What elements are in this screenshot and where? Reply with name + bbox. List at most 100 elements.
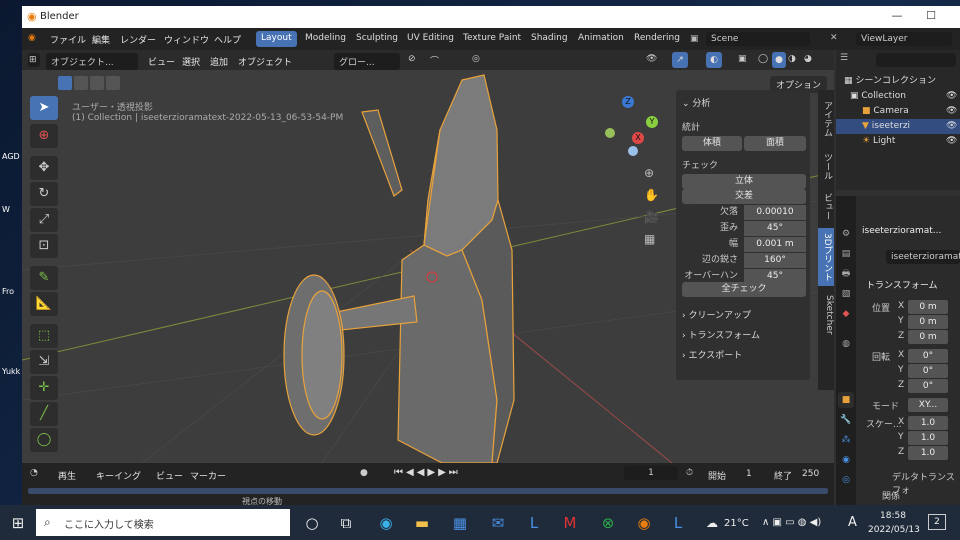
vertex-tool-icon[interactable]: ✛ <box>30 376 58 400</box>
tab-texture-paint[interactable]: Texture Paint <box>458 31 526 47</box>
timeline-scrubber[interactable] <box>28 488 828 494</box>
output-tab-icon[interactable]: 🖶 <box>838 266 854 282</box>
thickness-value[interactable]: 0.001 m <box>744 237 806 252</box>
select-extend-icon[interactable] <box>74 76 88 90</box>
editor-type-icon[interactable]: ⊞ <box>28 53 40 67</box>
rotation-z-value[interactable]: 0° <box>908 379 948 393</box>
tab-animation[interactable]: Animation <box>573 31 629 47</box>
desktop-icon-label[interactable]: Fro <box>2 287 14 296</box>
degenerate-value[interactable]: 0.00010 <box>744 205 806 220</box>
object-tab-icon[interactable]: ■ <box>838 392 854 408</box>
rendered-shading-icon[interactable]: ◕ <box>804 54 812 64</box>
scale-z-value[interactable]: 1.0 <box>908 446 948 460</box>
tab-rendering[interactable]: Rendering <box>629 31 685 47</box>
check-all-button[interactable]: 全チェック <box>682 282 806 297</box>
edge-tool-icon[interactable]: ╱ <box>30 402 58 426</box>
list-item[interactable]: ▼ iseeterzi 👁 <box>836 119 960 134</box>
rotation-y-value[interactable]: 0° <box>908 364 948 378</box>
menu-edit[interactable]: 編集 <box>92 33 110 46</box>
wireframe-shading-icon[interactable]: ◯ <box>758 54 768 64</box>
intersect-button[interactable]: 交差 <box>682 189 806 204</box>
selection-mode-icons[interactable] <box>58 76 128 90</box>
location-x-value[interactable]: 0 m <box>908 300 948 314</box>
analysis-header[interactable]: ⌄ 分析 <box>682 96 816 109</box>
list-item[interactable]: ■ Camera 👁 <box>836 104 960 119</box>
transform-section-header[interactable]: トランスフォーム <box>866 278 938 291</box>
location-z-value[interactable]: 0 m <box>908 330 948 344</box>
tab-item[interactable]: アイテム <box>818 94 834 144</box>
edge-icon[interactable]: ◉ <box>374 511 398 535</box>
constraints-tab-icon[interactable]: ◎ <box>838 472 854 488</box>
gizmo-z-icon[interactable]: Z <box>622 96 634 108</box>
blender-menu-icon[interactable]: ◉ <box>28 33 36 43</box>
tab-3d-print[interactable]: 3Dプリント <box>818 228 834 286</box>
eye-icon[interactable]: 👁 <box>946 134 957 149</box>
visibility-icon[interactable]: 👁 <box>646 54 657 64</box>
eye-icon[interactable]: 👁 <box>946 89 957 104</box>
scene-remove-icon[interactable]: ✕ <box>830 33 838 43</box>
circle-tool-icon[interactable]: ◯ <box>30 428 58 452</box>
list-item[interactable]: ☀ Light 👁 <box>836 134 960 149</box>
list-item[interactable]: ▣ Collection 👁 <box>836 89 960 104</box>
select-new-icon[interactable] <box>58 76 72 90</box>
record-icon[interactable]: ● <box>360 468 368 478</box>
timer-icon[interactable]: ⏱ <box>686 468 693 478</box>
scene-tab-icon[interactable]: ◆ <box>838 306 854 322</box>
scene-collection-row[interactable]: ▦ シーンコレクション <box>836 74 960 89</box>
xray-icon[interactable]: ▣ <box>738 54 747 64</box>
end-value[interactable]: 250 <box>802 469 819 479</box>
start-button-icon[interactable]: ⊞ <box>6 511 30 535</box>
gizmo-toggle-icon[interactable]: ↗ <box>672 52 688 68</box>
cortana-icon[interactable]: ○ <box>300 511 324 535</box>
tab-shading[interactable]: Shading <box>526 31 573 47</box>
desktop-icon-label[interactable]: W <box>2 205 10 214</box>
task-view-icon[interactable]: ⧉ <box>334 511 358 535</box>
xbox-icon[interactable]: ⊗ <box>596 511 620 535</box>
measure-tool-icon[interactable]: 📐 <box>30 292 58 316</box>
camera-view-icon[interactable]: 🎥 <box>644 210 659 224</box>
tool-tab-icon[interactable]: ⚙ <box>838 226 854 242</box>
view-layer-field[interactable]: ViewLayer <box>856 32 952 46</box>
cleanup-header[interactable]: › クリーンアップ <box>682 308 816 321</box>
outliner-type-icon[interactable]: ☰ <box>840 53 848 63</box>
gizmo-y-icon[interactable]: Y <box>646 116 658 128</box>
menu-add[interactable]: 追加 <box>210 55 228 68</box>
proportional-icon[interactable]: ◎ <box>472 54 480 64</box>
render-tab-icon[interactable]: ▤ <box>838 246 854 262</box>
menu-select[interactable]: 選択 <box>182 55 200 68</box>
marker-menu[interactable]: マーカー <box>190 469 226 482</box>
cursor-tool-icon[interactable]: ⊕ <box>30 124 58 148</box>
notification-icon[interactable]: 2 <box>928 514 946 530</box>
scene-field[interactable]: Scene <box>706 32 810 46</box>
material-shading-icon[interactable]: ◑ <box>788 54 796 64</box>
export-header[interactable]: › エクスポート <box>682 348 816 361</box>
volume-button[interactable]: 体積 <box>682 136 742 151</box>
world-tab-icon[interactable]: ◍ <box>838 336 854 352</box>
blender-taskbar-icon[interactable]: ◉ <box>632 511 656 535</box>
taskbar-search[interactable]: ⌕ ここに入力して検索 <box>36 509 290 536</box>
add-cube-tool-icon[interactable]: ⬚ <box>30 324 58 348</box>
weather-icon[interactable]: ☁ <box>700 511 724 535</box>
move-tool-icon[interactable]: ✥ <box>30 156 58 180</box>
eye-icon[interactable]: 👁 <box>946 119 957 134</box>
playback-controls-icon[interactable]: ⏮◀◀▶▶⏭ <box>394 467 461 478</box>
eye-icon[interactable]: 👁 <box>946 104 957 119</box>
tab-tool[interactable]: ツール <box>818 148 834 184</box>
menu-file[interactable]: ファイル <box>50 33 86 46</box>
snap-icon[interactable]: ⌒ <box>430 54 439 67</box>
mcafee-icon[interactable]: M <box>558 511 582 535</box>
scale-tool-icon[interactable]: ⤢ <box>30 208 58 232</box>
menu-help[interactable]: ヘルプ <box>214 33 241 46</box>
relations-header[interactable]: 関係 <box>882 489 900 502</box>
keying-menu[interactable]: キーイング <box>96 469 141 482</box>
view-menu[interactable]: ビュー <box>156 469 183 482</box>
particles-tab-icon[interactable]: ⁂ <box>838 432 854 448</box>
gizmo-x-icon[interactable]: X <box>632 132 644 144</box>
view-layer-tab-icon[interactable]: ▧ <box>838 286 854 302</box>
tab-sculpting[interactable]: Sculpting <box>351 31 403 47</box>
scene-browser-icon[interactable]: ▣ <box>690 34 699 44</box>
outliner-search-input[interactable] <box>876 53 956 67</box>
start-value[interactable]: 1 <box>746 469 752 479</box>
gizmo-neg-z-icon[interactable] <box>628 146 638 156</box>
menu-object[interactable]: オブジェクト <box>238 55 292 68</box>
